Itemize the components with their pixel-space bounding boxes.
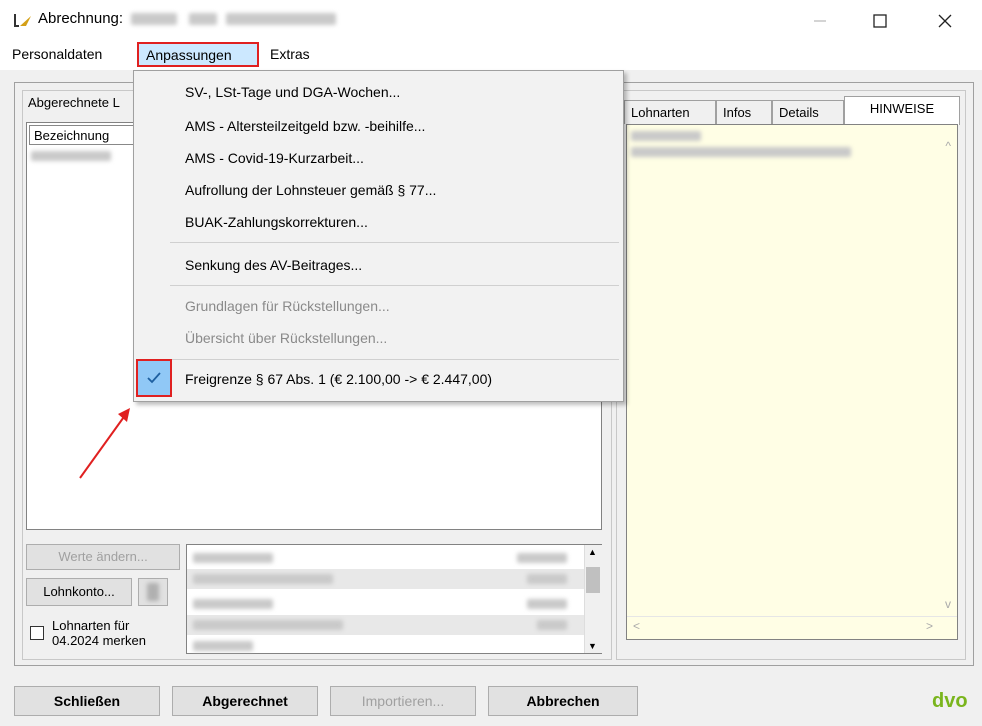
left-group-label: Abgerechnete L (28, 95, 120, 110)
column-header[interactable]: Bezeichnung (29, 125, 137, 145)
scrollbar-thumb[interactable] (586, 567, 600, 593)
remember-label-line1: Lohnarten für (52, 618, 130, 633)
close-button[interactable] (925, 8, 965, 34)
menu-item-uebersicht-rueckstellungen[interactable]: Übersicht über Rückstellungen... (185, 330, 387, 346)
menu-separator (170, 359, 619, 360)
menu-personaldaten[interactable]: Personaldaten (12, 46, 102, 62)
redacted-text (193, 620, 343, 630)
menu-separator (170, 242, 619, 243)
redacted-text (131, 13, 178, 26)
redacted-text (31, 151, 111, 161)
close-icon (938, 14, 952, 28)
remember-wagetypes-label: Lohnarten für 04.2024 merken (52, 618, 146, 648)
tab-infos[interactable]: Infos (716, 100, 772, 124)
minimize-icon (814, 20, 826, 22)
checkmark-icon (147, 372, 161, 384)
wagetype-list-scrollbar[interactable]: ▲ ▼ (584, 545, 602, 653)
scroll-right-arrow-icon[interactable]: > (926, 619, 933, 633)
redacted-text (631, 147, 851, 157)
redacted-text (193, 553, 273, 563)
tab-hinweise[interactable]: HINWEISE (844, 96, 960, 125)
cancel-button[interactable]: Abbrechen (488, 686, 638, 716)
menu-item-aufrollung-lohnsteuer[interactable]: Aufrollung der Lohnsteuer gemäß § 77... (185, 182, 436, 198)
edit-values-button[interactable]: Werte ändern... (26, 544, 180, 570)
menu-item-senkung-av[interactable]: Senkung des AV-Beitrages... (185, 257, 362, 273)
redacted-text (225, 13, 336, 26)
menu-item-buak-korrekturen[interactable]: BUAK-Zahlungskorrekturen... (185, 214, 368, 230)
wage-account-button[interactable]: Lohnkonto... (26, 578, 132, 606)
redacted-text (537, 620, 567, 630)
wagetype-list[interactable]: ▲ ▼ (186, 544, 602, 654)
redacted-text (527, 599, 567, 609)
scroll-down-arrow-icon[interactable]: ▼ (588, 641, 597, 651)
menu-separator (170, 285, 619, 286)
dvo-logo: dvo (932, 690, 968, 712)
menu-item-grundlagen-rueckstellungen[interactable]: Grundlagen für Rückstellungen... (185, 298, 390, 314)
app-logo-icon (14, 14, 31, 27)
menu-item-freigrenze[interactable]: Freigrenze § 67 Abs. 1 (€ 2.100,00 -> € … (185, 371, 492, 387)
print-icon (147, 583, 159, 601)
remember-wagetypes-checkbox[interactable] (30, 626, 44, 640)
settled-button[interactable]: Abgerechnet (172, 686, 318, 716)
maximize-button[interactable] (860, 8, 900, 34)
redacted-text (527, 574, 567, 584)
annotation-arrow-icon (79, 408, 130, 479)
print-button[interactable] (138, 578, 168, 606)
notes-area[interactable]: ^ v < > (626, 124, 958, 640)
import-button[interactable]: Importieren... (330, 686, 476, 716)
tab-details[interactable]: Details (772, 100, 844, 124)
menu-item-ams-covid[interactable]: AMS - Covid-19-Kurzarbeit... (185, 150, 364, 166)
scroll-up-arrow-icon[interactable]: ^ (945, 139, 951, 153)
scroll-left-arrow-icon[interactable]: < (633, 619, 640, 633)
column-header-label: Bezeichnung (34, 128, 110, 143)
tab-lohnarten[interactable]: Lohnarten (624, 100, 716, 124)
menu-extras[interactable]: Extras (270, 46, 310, 62)
window-title-prefix: Abrechnung: (38, 10, 124, 27)
redacted-text (189, 13, 218, 26)
scroll-up-arrow-icon[interactable]: ▲ (588, 547, 597, 557)
window-title: Abrechnung: (38, 10, 336, 27)
redacted-text (193, 641, 253, 651)
close-dialog-button[interactable]: Schließen (14, 686, 160, 716)
menu-anpassungen-label: Anpassungen (146, 47, 232, 63)
notes-horizontal-scrollbar[interactable]: < > (627, 616, 957, 639)
redacted-text (517, 553, 567, 563)
title-bar: Abrechnung: (0, 0, 982, 40)
anpassungen-dropdown: SV-, LSt-Tage und DGA-Wochen... AMS - Al… (133, 70, 624, 402)
redacted-text (193, 599, 273, 609)
remember-label-line2: 04.2024 merken (52, 633, 146, 648)
scroll-down-arrow-icon[interactable]: v (945, 597, 951, 611)
menu-anpassungen[interactable]: Anpassungen (137, 42, 259, 67)
redacted-text (193, 574, 333, 584)
freigrenze-checkmark[interactable] (136, 359, 172, 397)
menu-item-ams-altersteilzeit[interactable]: AMS - Altersteilzeitgeld bzw. -beihilfe.… (185, 118, 425, 134)
maximize-icon (873, 14, 887, 28)
menu-bar: Personaldaten Anpassungen Extras (0, 40, 982, 70)
menu-item-sv-lst-tage[interactable]: SV-, LSt-Tage und DGA-Wochen... (185, 84, 400, 100)
minimize-button[interactable] (800, 8, 840, 34)
redacted-text (631, 131, 701, 141)
